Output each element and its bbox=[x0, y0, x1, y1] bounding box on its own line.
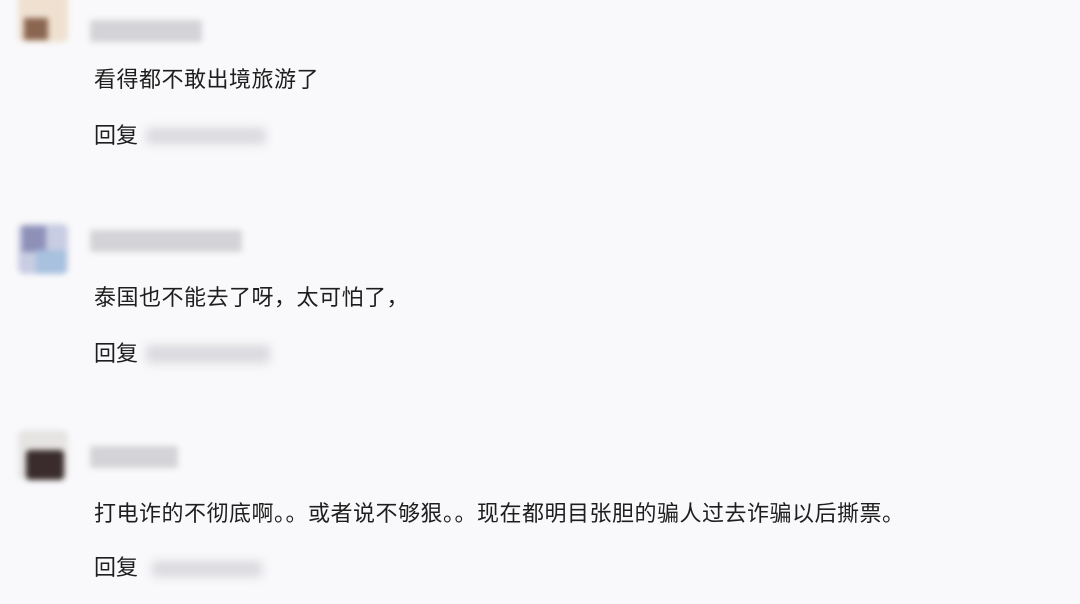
username-redacted[interactable] bbox=[90, 20, 202, 42]
avatar-shape bbox=[36, 250, 66, 274]
reply-target-redacted bbox=[152, 554, 272, 584]
username-redacted[interactable] bbox=[90, 446, 178, 468]
reply-button[interactable]: 回复 bbox=[94, 340, 138, 370]
avatar[interactable] bbox=[18, 430, 68, 480]
avatar[interactable] bbox=[18, 0, 68, 42]
comment-text: 打电诈的不彻底啊。。或者说不够狠。。现在都明目张胆的骗人过去诈骗以后撕票。 bbox=[94, 502, 905, 527]
username-redacted[interactable] bbox=[90, 230, 242, 252]
reply-button[interactable]: 回复 bbox=[94, 554, 138, 584]
reply-button[interactable]: 回复 bbox=[94, 122, 138, 152]
reply-target-redacted bbox=[146, 122, 276, 152]
avatar-shape bbox=[24, 18, 48, 40]
redaction-streak bbox=[146, 345, 270, 363]
redaction-streak bbox=[152, 561, 262, 577]
reply-target-redacted bbox=[146, 340, 276, 370]
avatar-shape bbox=[22, 226, 46, 252]
comment-text: 泰国也不能去了呀，太可怕了， bbox=[94, 286, 410, 311]
avatar-shape bbox=[26, 450, 64, 480]
avatar[interactable] bbox=[18, 224, 68, 274]
redaction-streak bbox=[146, 128, 266, 144]
comment-text: 看得都不敢出境旅游了 bbox=[94, 68, 320, 93]
